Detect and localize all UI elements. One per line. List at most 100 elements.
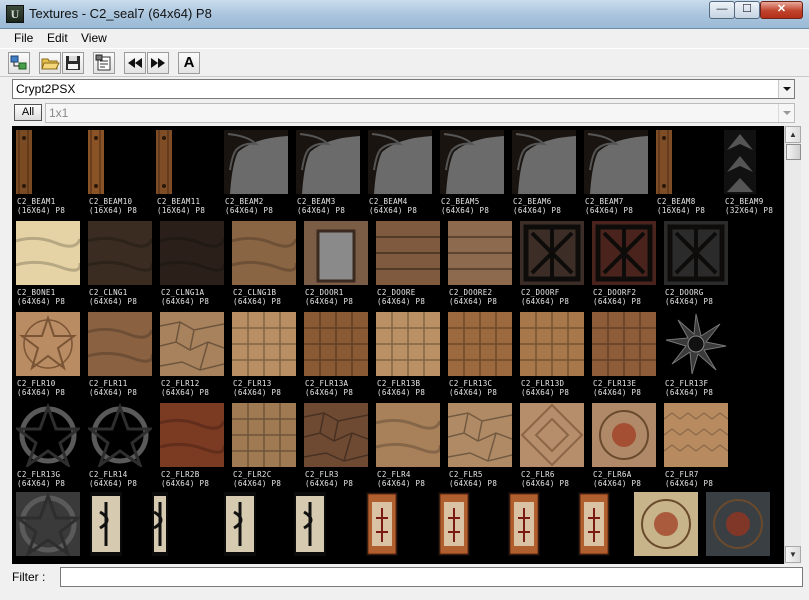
texture-thumbnail xyxy=(664,221,728,285)
texture-thumbnail xyxy=(664,312,728,376)
texture-tile[interactable] xyxy=(366,492,398,556)
all-button[interactable]: All xyxy=(14,104,42,121)
texture-tile[interactable]: C2_FLR13D (64X64) P8 xyxy=(520,312,588,398)
texture-name: C2_BEAM8 xyxy=(657,197,696,206)
vertical-scrollbar[interactable]: ▲ ▼ xyxy=(784,126,801,564)
texture-size: (64X64) P8 xyxy=(441,206,490,215)
scroll-up-button[interactable]: ▲ xyxy=(785,126,801,143)
browser-switch-icon xyxy=(10,55,27,70)
texture-tile[interactable]: C2_CLNG1B (64X64) P8 xyxy=(232,221,300,307)
texture-name: C2_FLR2B xyxy=(161,470,200,479)
size-combo-dropdown-button[interactable] xyxy=(778,104,794,122)
texture-tile[interactable]: C2_FLR6 (64X64) P8 xyxy=(520,403,588,489)
texture-tile[interactable] xyxy=(294,492,326,556)
texture-tile[interactable]: C2_BEAM7 (64X64) P8 xyxy=(584,130,652,216)
texture-tile[interactable]: C2_FLR13C (64X64) P8 xyxy=(448,312,516,398)
scroll-down-button[interactable]: ▼ xyxy=(785,546,801,563)
texture-tile[interactable] xyxy=(578,492,610,556)
maximize-button[interactable]: ☐ xyxy=(734,1,760,19)
texture-tile[interactable]: C2_BEAM9 (32X64) P8 xyxy=(724,130,784,216)
texture-tile[interactable]: C2_FLR14 (64X64) P8 xyxy=(88,403,156,489)
texture-name: C2_FLR13E xyxy=(593,379,637,388)
texture-tile[interactable]: C2_FLR13 (64X64) P8 xyxy=(232,312,300,398)
package-combo-dropdown-button[interactable] xyxy=(778,80,794,98)
texture-browser[interactable]: C2_BEAM1 (16X64) P8 C2_BEAM10 (16X64) P8 C2_… xyxy=(12,126,784,564)
texture-tile[interactable] xyxy=(508,492,540,556)
group-filter-row: All 1x1 xyxy=(12,103,795,124)
texture-tile[interactable]: C2_FLR2B (64X64) P8 xyxy=(160,403,228,489)
texture-tile[interactable] xyxy=(706,492,770,556)
texture-tile[interactable]: C2_BEAM3 (64X64) P8 xyxy=(296,130,364,216)
texture-tile[interactable]: C2_FLR2C (64X64) P8 xyxy=(232,403,300,489)
texture-name: C2_BEAM5 xyxy=(441,197,480,206)
texture-tile[interactable]: C2_FLR6A (64X64) P8 xyxy=(592,403,660,489)
texture-tile[interactable]: C2_BONE1 (64X64) P8 xyxy=(16,221,84,307)
texture-tile[interactable]: C2_FLR7 (64X64) P8 xyxy=(664,403,732,489)
texture-size: (64X64) P8 xyxy=(233,297,282,306)
texture-tile[interactable]: C2_FLR13F (64X64) P8 xyxy=(664,312,732,398)
texture-tile[interactable]: C2_FLR5 (64X64) P8 xyxy=(448,403,516,489)
texture-tile[interactable] xyxy=(634,492,698,556)
menu-file[interactable]: File xyxy=(14,31,33,45)
texture-tile[interactable] xyxy=(90,492,122,556)
properties-button[interactable] xyxy=(93,52,115,74)
texture-tile[interactable]: C2_CLNG1A (64X64) P8 xyxy=(160,221,228,307)
font-button[interactable]: A xyxy=(178,52,200,74)
texture-tile[interactable]: C2_FLR13E (64X64) P8 xyxy=(592,312,660,398)
texture-tile[interactable]: C2_FLR13A (64X64) P8 xyxy=(304,312,372,398)
texture-tile[interactable]: C2_FLR13B (64X64) P8 xyxy=(376,312,444,398)
texture-tile[interactable]: C2_FLR13G (64X64) P8 xyxy=(16,403,84,489)
filter-input[interactable] xyxy=(60,567,803,587)
menu-edit[interactable]: Edit xyxy=(47,31,68,45)
close-button[interactable]: ✕ xyxy=(760,1,803,19)
texture-size: (64X64) P8 xyxy=(593,297,642,306)
texture-tile[interactable]: C2_DOOR1 (64X64) P8 xyxy=(304,221,372,307)
texture-tile[interactable] xyxy=(438,492,470,556)
texture-tile[interactable]: C2_FLR4 (64X64) P8 xyxy=(376,403,444,489)
texture-size: (16X64) P8 xyxy=(89,206,138,215)
texture-tile[interactable]: C2_BEAM8 (16X64) P8 xyxy=(656,130,724,216)
texture-tile[interactable]: C2_BEAM5 (64X64) P8 xyxy=(440,130,508,216)
texture-tile[interactable]: C2_BEAM6 (64X64) P8 xyxy=(512,130,580,216)
texture-tile[interactable]: C2_DOORF (64X64) P8 xyxy=(520,221,588,307)
texture-tile[interactable]: C2_DOORG (64X64) P8 xyxy=(664,221,732,307)
texture-tile[interactable] xyxy=(152,492,168,556)
menu-view[interactable]: View xyxy=(81,31,107,45)
texture-size: (64X64) P8 xyxy=(225,206,274,215)
texture-tile[interactable]: C2_BEAM10 (16X64) P8 xyxy=(88,130,156,216)
texture-thumbnail xyxy=(296,130,360,194)
scrollbar-thumb[interactable] xyxy=(786,144,801,160)
save-package-button[interactable] xyxy=(62,52,84,74)
minimize-button[interactable]: — xyxy=(709,1,735,19)
texture-tile[interactable]: C2_FLR12 (64X64) P8 xyxy=(160,312,228,398)
texture-tile[interactable]: C2_DOORF2 (64X64) P8 xyxy=(592,221,660,307)
texture-name: C2_FLR13A xyxy=(305,379,349,388)
next-button[interactable] xyxy=(147,52,169,74)
texture-tile[interactable]: C2_BEAM11 (16X64) P8 xyxy=(156,130,224,216)
texture-tile[interactable]: C2_CLNG1 (64X64) P8 xyxy=(88,221,156,307)
texture-tile[interactable]: C2_BEAM1 (16X64) P8 xyxy=(16,130,84,216)
texture-thumbnail xyxy=(438,492,470,556)
texture-thumbnail xyxy=(16,403,80,467)
texture-tile[interactable] xyxy=(16,492,80,556)
texture-size: (64X64) P8 xyxy=(161,479,210,488)
texture-tile[interactable]: C2_BEAM4 (64X64) P8 xyxy=(368,130,436,216)
texture-name: C2_BONE1 xyxy=(17,288,56,297)
texture-tile[interactable]: C2_FLR11 (64X64) P8 xyxy=(88,312,156,398)
open-package-button[interactable] xyxy=(39,52,61,74)
texture-size: (64X64) P8 xyxy=(161,297,210,306)
texture-name: C2_FLR13G xyxy=(17,470,61,479)
texture-tile[interactable]: C2_FLR10 (64X64) P8 xyxy=(16,312,84,398)
texture-tile[interactable]: C2_DOORE2 (64X64) P8 xyxy=(448,221,516,307)
texture-name: C2_BEAM9 xyxy=(725,197,764,206)
texture-tile[interactable] xyxy=(224,492,256,556)
texture-name: C2_DOORF2 xyxy=(593,288,637,297)
previous-button[interactable] xyxy=(124,52,146,74)
texture-tile[interactable]: C2_DOORE (64X64) P8 xyxy=(376,221,444,307)
size-combo[interactable]: 1x1 xyxy=(45,103,795,123)
texture-size: (64X64) P8 xyxy=(665,388,714,397)
texture-tile[interactable]: C2_BEAM2 (64X64) P8 xyxy=(224,130,292,216)
texture-tile[interactable]: C2_FLR3 (64X64) P8 xyxy=(304,403,372,489)
package-combo[interactable]: Crypt2PSX xyxy=(12,79,795,99)
browser-switch-button[interactable] xyxy=(8,52,30,74)
